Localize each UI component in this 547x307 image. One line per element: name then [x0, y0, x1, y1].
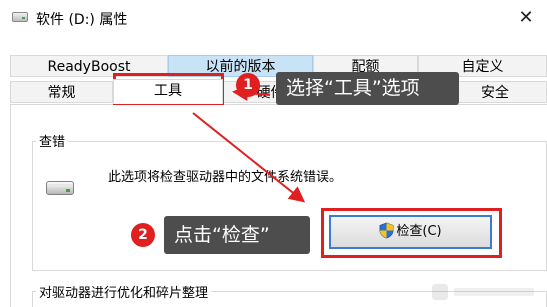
step-1-badge: 1: [236, 73, 260, 97]
step-2-badge: 2: [131, 223, 155, 247]
hard-drive-icon: [12, 12, 28, 22]
tab-tools[interactable]: 工具: [113, 79, 223, 104]
watermark-logo: [432, 284, 534, 300]
hard-drive-icon: [46, 181, 74, 195]
tab-readyboost[interactable]: ReadyBoost: [10, 55, 168, 77]
optimize-label: 对驱动器进行优化和碎片整理: [36, 282, 212, 301]
uac-shield-icon: [379, 222, 394, 238]
check-button[interactable]: 检查(C): [329, 215, 492, 249]
close-button[interactable]: ✕: [513, 7, 539, 29]
tab-general[interactable]: 常规: [10, 81, 113, 103]
tab-row-2: 常规 工具 硬件 共享 安全: [0, 79, 547, 104]
step-1-callout: 选择“工具”选项: [276, 72, 459, 105]
window-title: 软件 (D:) 属性: [36, 12, 128, 28]
error-check-description: 此选项将检查驱动器中的文件系统错误。: [108, 170, 343, 185]
tab-row-1: ReadyBoost 以前的版本 配额 自定义: [0, 55, 547, 77]
step-2-callout: 点击“检查”: [164, 216, 310, 254]
error-check-label: 查错: [36, 131, 69, 150]
check-button-label: 检查(C): [396, 224, 442, 239]
title-bar: 软件 (D:) 属性 ✕: [0, 0, 547, 36]
